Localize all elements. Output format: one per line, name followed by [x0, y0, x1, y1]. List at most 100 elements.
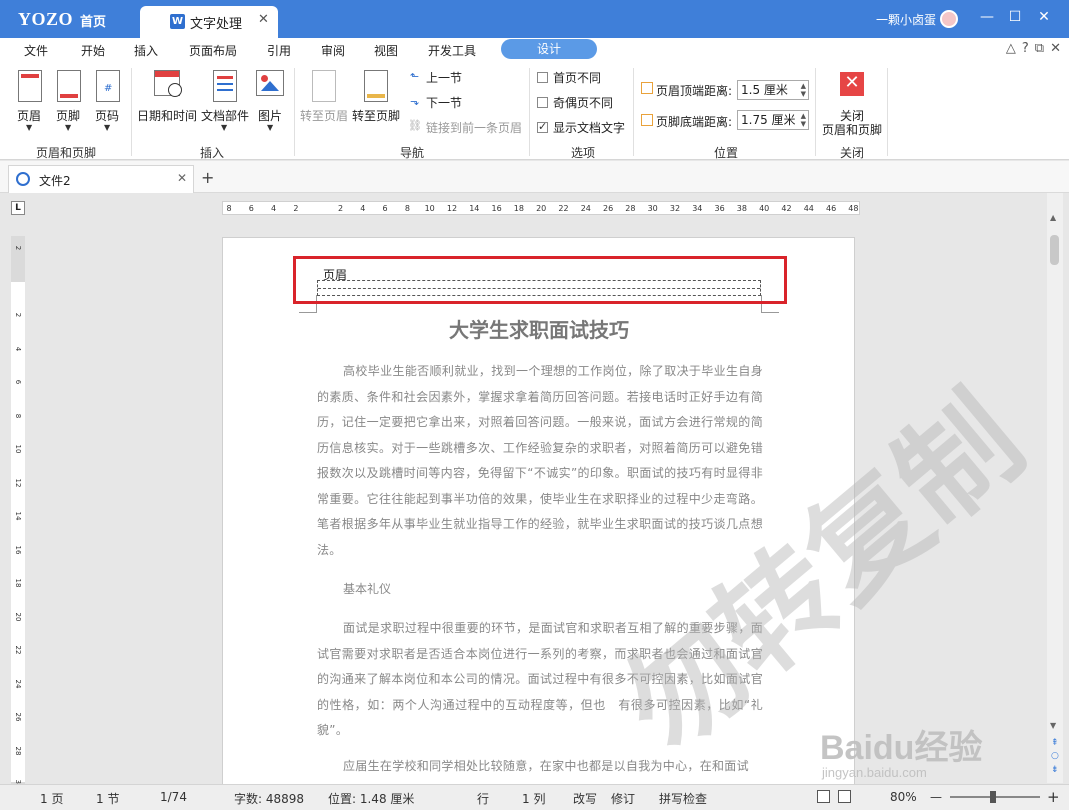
paragraph[interactable]: 面试是求职过程中很重要的环节，是面试官和求职者互相了解的重要步骤，面试官需要对求…: [317, 616, 763, 744]
print-layout-view-icon[interactable]: [817, 790, 830, 803]
restore-icon[interactable]: ⧉: [1035, 41, 1044, 56]
show-doc-text-label: 显示文档文字: [553, 121, 626, 135]
ruler-tick: 2: [14, 245, 22, 251]
paragraph[interactable]: 高校毕业生能否顺利就业，找到一个理想的工作岗位，除了取决于毕业生自身的素质、条件…: [317, 359, 763, 563]
ruler-tick: 20: [536, 204, 547, 213]
chevron-down-icon[interactable]: ▼: [267, 123, 273, 132]
ruler-tick: 14: [14, 511, 22, 521]
scroll-down-icon[interactable]: ▼: [1050, 721, 1056, 730]
tab-stop-selector[interactable]: L: [11, 201, 25, 215]
ruler-tick: 20: [14, 612, 22, 621]
diff-first-checkbox[interactable]: [537, 72, 548, 83]
web-layout-view-icon[interactable]: [838, 790, 851, 803]
maximize-button[interactable]: ☐: [1005, 9, 1025, 25]
close-header-footer-icon[interactable]: ✕: [840, 72, 864, 96]
header-distance-icon: [641, 82, 653, 94]
header-top-input[interactable]: 1.5 厘米 ▲ ▼: [737, 80, 809, 100]
ruler-tick: 2: [337, 204, 344, 213]
footer-bottom-input[interactable]: 1.75 厘米 ▲ ▼: [737, 110, 809, 130]
help-icon[interactable]: ?: [1022, 41, 1029, 56]
file-tabs-bar: 文件2 ✕ +: [0, 161, 1069, 193]
ruler-tick: 24: [580, 204, 591, 213]
menu-view[interactable]: 视图: [374, 42, 398, 59]
goto-footer-button[interactable]: 转至页脚: [352, 107, 400, 124]
prev-section-button[interactable]: 上一节: [426, 69, 462, 86]
scroll-thumb[interactable]: [1050, 235, 1059, 265]
chevron-down-icon[interactable]: ▼: [104, 123, 110, 132]
status-pages[interactable]: 1/74: [160, 790, 187, 804]
close-label-2[interactable]: 页眉和页脚: [822, 121, 882, 138]
chevron-down-icon[interactable]: ▼: [65, 123, 71, 132]
menu-bar: 文件 开始 插入 页面布局 引用 审阅 视图 开发工具 设计 △? ⧉ ✕: [0, 38, 1069, 62]
minimize-button[interactable]: —: [977, 9, 997, 25]
close-window-button[interactable]: ✕: [1034, 9, 1054, 25]
ruler-tick: 28: [14, 746, 22, 755]
tab-document[interactable]: W 文字处理 ✕: [140, 6, 278, 38]
ruler-tick: 32: [669, 204, 681, 213]
avatar[interactable]: [940, 10, 958, 28]
browse-object-icon[interactable]: ○: [1051, 751, 1059, 761]
doc-parts-button[interactable]: 文档部件: [201, 107, 249, 124]
close-icon[interactable]: ✕: [177, 171, 187, 185]
add-tab-button[interactable]: +: [201, 168, 214, 187]
goto-header-button[interactable]: 转至页眉: [300, 107, 348, 124]
collapse-ribbon-icon[interactable]: △: [1006, 41, 1016, 56]
picture-button[interactable]: 图片: [258, 107, 282, 124]
link-prev-button[interactable]: 链接到前一条页眉: [426, 119, 522, 136]
zoom-slider-handle[interactable]: [990, 791, 996, 803]
show-doc-text-checkbox[interactable]: [537, 120, 548, 133]
chevron-down-icon[interactable]: ▼: [221, 123, 227, 132]
menu-insert[interactable]: 插入: [134, 42, 158, 59]
menu-page-layout[interactable]: 页面布局: [189, 42, 237, 59]
ruler-tick: 6: [248, 204, 254, 213]
footer-button[interactable]: 页脚: [56, 107, 80, 124]
chevron-down-icon[interactable]: ▼: [26, 123, 32, 132]
menu-design[interactable]: 设计: [501, 39, 597, 59]
horizontal-ruler[interactable]: 8 6 4 2 2 4 6 8 10 12 14 16 18 20 22 24 26 28 30 32 34 36 38 40…: [222, 201, 860, 215]
vertical-ruler: 224681012141618202224262830: [11, 236, 25, 788]
next-section-button[interactable]: 下一节: [426, 94, 462, 111]
document-icon: [16, 172, 30, 186]
group-label-options: 选项: [571, 146, 596, 160]
status-overtype[interactable]: 改写: [573, 790, 597, 807]
zoom-in-button[interactable]: +: [1047, 788, 1060, 806]
page-number-button[interactable]: 页码: [95, 107, 119, 124]
menu-review[interactable]: 审阅: [321, 42, 345, 59]
title-bar: YOZO 首页 W 文字处理 ✕ 一颗小卤蛋 — ☐ ✕: [0, 0, 1069, 38]
ruler-tick: 28: [625, 204, 636, 213]
subheading[interactable]: 基本礼仪: [343, 580, 391, 597]
ruler-tick: 8: [14, 413, 22, 418]
header-highlight-annotation: [293, 256, 787, 304]
file-tab[interactable]: 文件2 ✕: [8, 165, 194, 193]
menu-references[interactable]: 引用: [267, 42, 291, 59]
paragraph[interactable]: 应届生在学校和同学相处比较随意，在家中也都是以自我为中心，在和面试: [317, 754, 763, 780]
menu-developer[interactable]: 开发工具: [428, 42, 476, 59]
user-name[interactable]: 一颗小卤蛋: [876, 11, 936, 28]
ruler-tick: 6: [14, 379, 22, 385]
ruler-tick: 40: [759, 204, 770, 213]
prev-page-icon[interactable]: ⇞: [1051, 738, 1059, 748]
picture-icon: [256, 70, 284, 96]
close-icon[interactable]: ✕: [258, 12, 269, 27]
close-doc-icon[interactable]: ✕: [1050, 41, 1061, 56]
zoom-out-button[interactable]: —: [930, 790, 942, 804]
spinner-icon[interactable]: ▲ ▼: [801, 82, 806, 98]
vertical-scrollbar[interactable]: ▲ ▼ ⇞ ○ ⇟: [1047, 193, 1063, 783]
datetime-button[interactable]: 日期和时间: [137, 107, 197, 124]
menu-start[interactable]: 开始: [81, 42, 105, 59]
status-word-count[interactable]: 字数: 48898: [234, 790, 304, 807]
ruler-tick: 46: [826, 204, 837, 213]
next-page-icon[interactable]: ⇟: [1051, 765, 1059, 775]
tab-home[interactable]: 首页: [80, 11, 106, 30]
status-track-changes[interactable]: 修订: [611, 790, 635, 807]
document-title[interactable]: 大学生求职面试技巧: [317, 314, 761, 343]
scroll-up-icon[interactable]: ▲: [1050, 213, 1056, 222]
document-page[interactable]: 页眉 大学生求职面试技巧 高校毕业生能否顺利就业，找到一个理想的工作岗位，除了取…: [222, 237, 855, 785]
menu-file[interactable]: 文件: [24, 42, 48, 59]
header-button[interactable]: 页眉: [17, 107, 41, 124]
diff-odd-even-checkbox[interactable]: [537, 97, 548, 108]
status-section: 1 节: [96, 792, 120, 806]
status-spell-check[interactable]: 拼写检查: [659, 790, 707, 807]
spinner-icon[interactable]: ▲ ▼: [801, 112, 806, 128]
zoom-level[interactable]: 80%: [890, 790, 917, 804]
